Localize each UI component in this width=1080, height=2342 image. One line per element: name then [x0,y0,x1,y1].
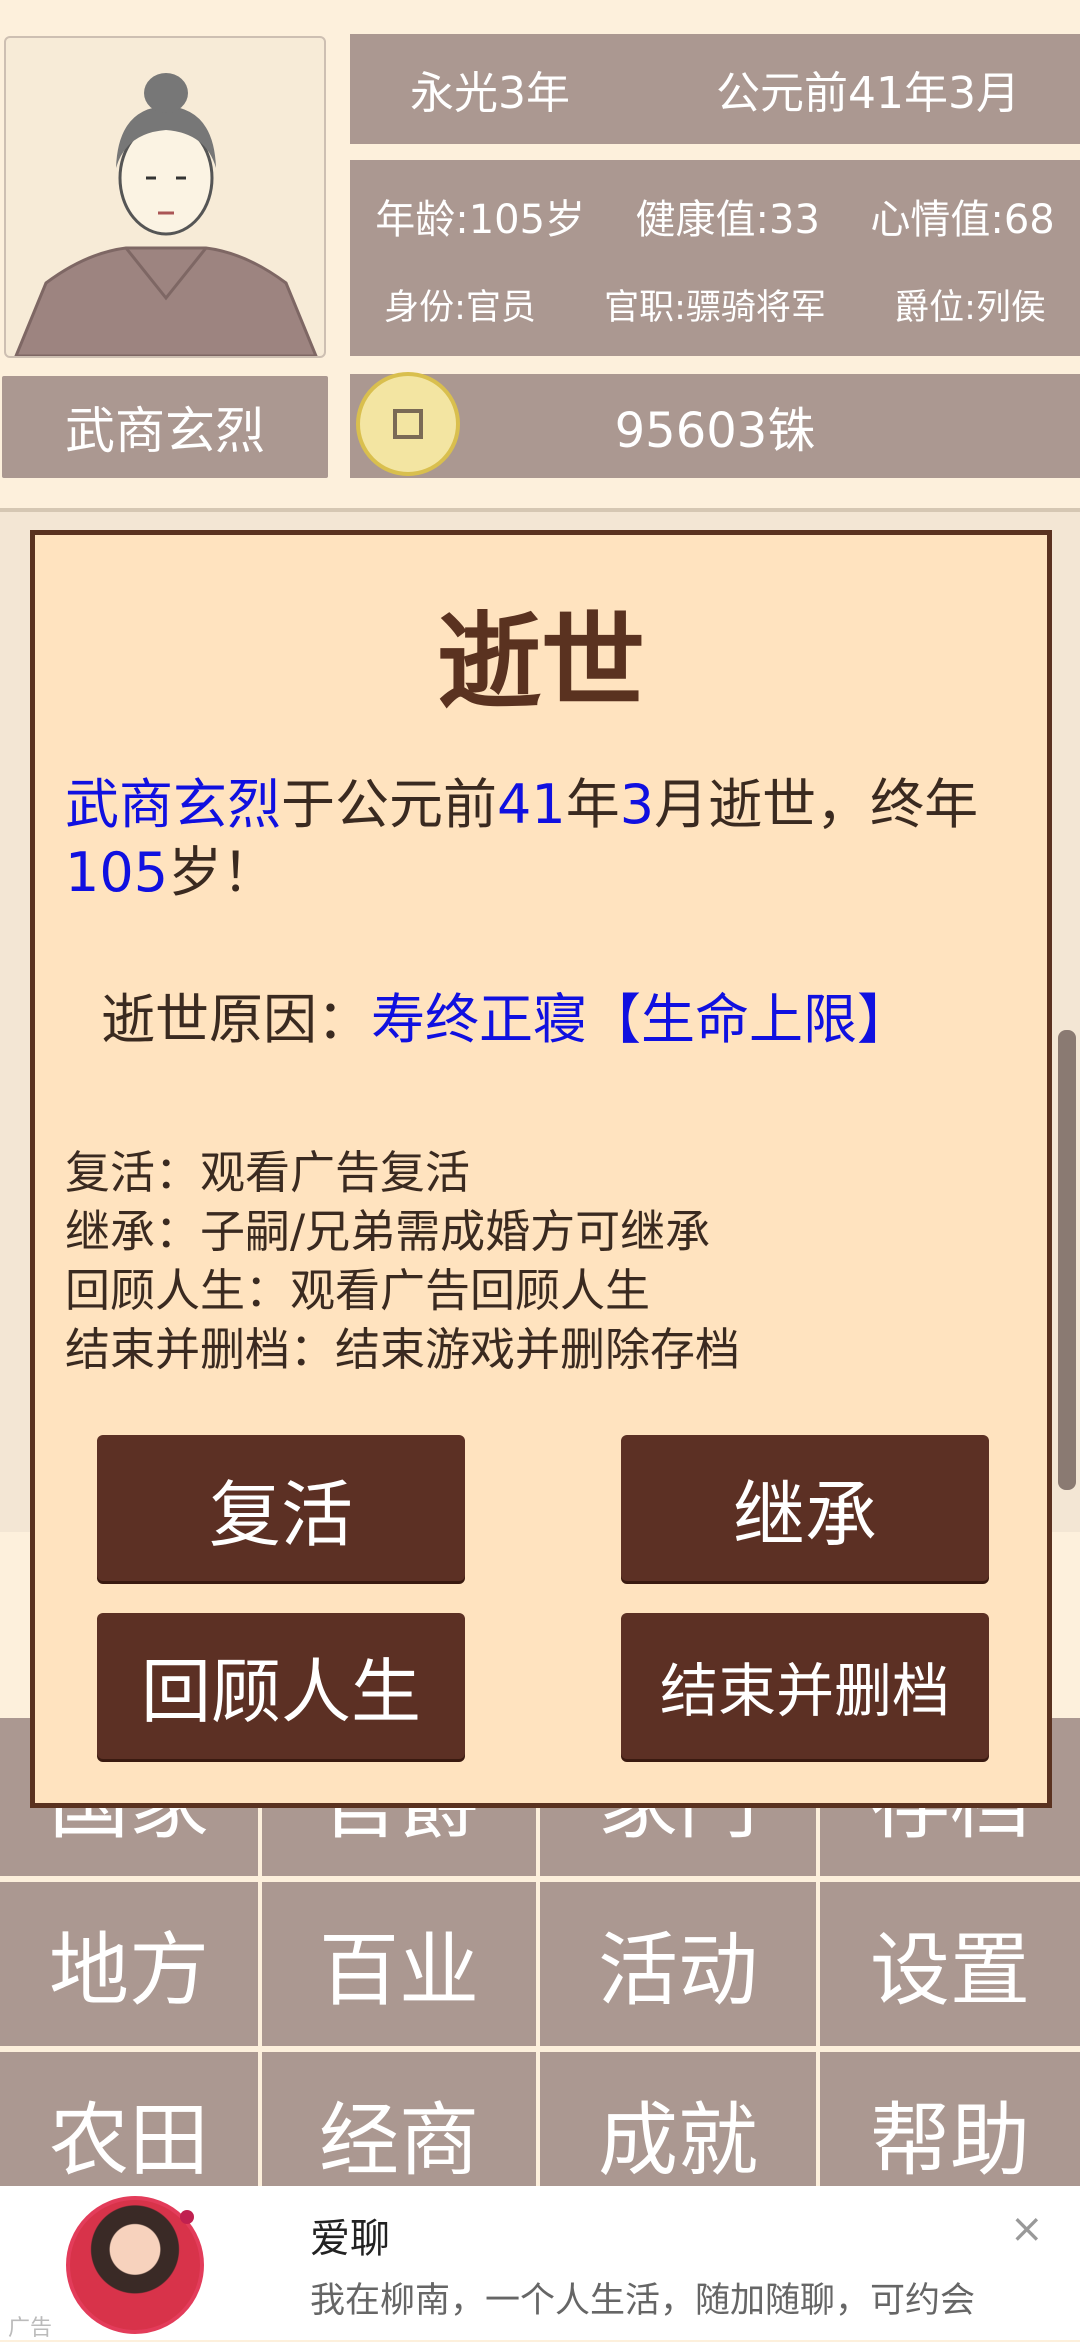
menu-local[interactable]: 地方 [0,1882,258,2046]
close-icon[interactable]: × [1010,2206,1044,2252]
death-message: 武商玄烈于公元前41年3月逝世，终年105岁！ [65,773,979,904]
mood-stat: 心情值:68 [870,196,1055,243]
death-reason: 逝世原因：寿终正寝【生命上限】 [101,975,911,1054]
help-line: 结束并删档：结束游戏并删除存档 [65,1323,741,1376]
ad-banner[interactable]: 爱聊 我在柳南，一个人生活，随加随聊，可约会 × 广告 [0,2186,1080,2341]
revive-button[interactable]: 复活 [97,1435,465,1581]
money-panel: 95603铢 [350,372,1080,478]
menu-trades[interactable]: 百业 [262,1882,536,2046]
money-value: 95603铢 [614,403,816,459]
scrollbar[interactable] [1058,1030,1076,1490]
character-portrait [4,36,326,358]
ad-avatar [66,2196,204,2334]
stats-panel: 年龄:105岁 健康值:33 心情值:68 身份:官员 官职:骠骑将军 爵位:列… [350,160,1080,356]
rank-stat: 爵位:列侯 [894,287,1046,328]
end-delete-button[interactable]: 结束并删档 [621,1613,989,1759]
help-line: 继承：子嗣/兄弟需成婚方可继承 [65,1205,711,1258]
options-help: 复活：观看广告复活 继承：子嗣/兄弟需成婚方可继承 回顾人生：观看广告回顾人生 … [65,1143,740,1379]
date-label: 公元前41年3月 [716,68,1020,119]
coin-icon [356,372,460,476]
help-line: 回顾人生：观看广告回顾人生 [65,1264,651,1317]
character-name: 武商玄烈 [2,376,328,478]
date-panel: 永光3年 公元前41年3月 [350,34,1080,144]
ad-title: 爱聊 [310,2216,390,2262]
menu-settings[interactable]: 设置 [820,1882,1080,2046]
death-dialog: 逝世 武商玄烈于公元前41年3月逝世，终年105岁！ 逝世原因：寿终正寝【生命上… [30,530,1052,1808]
ad-tag: 广告 [8,2316,53,2341]
reason-label: 逝世原因： [101,988,371,1051]
health-stat: 健康值:33 [635,196,820,243]
ad-text: 我在柳南，一个人生活，随加随聊，可约会 [310,2281,976,2321]
help-line: 复活：观看广告复活 [65,1146,471,1199]
inherit-button[interactable]: 继承 [621,1435,989,1581]
review-life-button[interactable]: 回顾人生 [97,1613,465,1759]
menu-activities[interactable]: 活动 [540,1882,816,2046]
dialog-title: 逝世 [436,601,645,723]
age-stat: 年龄:105岁 [375,196,586,243]
office-stat: 官职:骠骑将军 [604,287,826,328]
identity-stat: 身份:官员 [384,287,536,328]
reason-value: 寿终正寝【生命上限】 [371,988,911,1051]
era-label: 永光3年 [410,68,570,119]
